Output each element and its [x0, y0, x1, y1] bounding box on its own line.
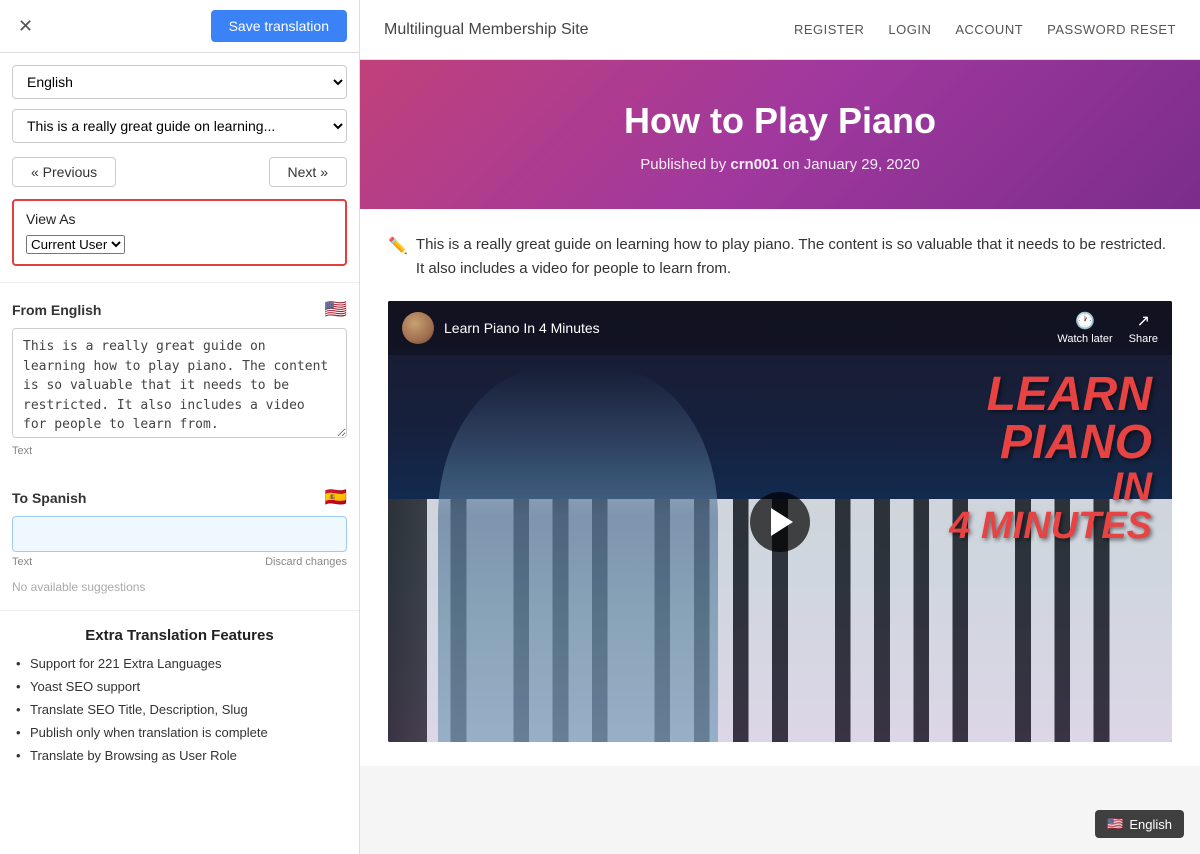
share-label: Share — [1129, 333, 1158, 345]
watch-later-label: Watch later — [1057, 333, 1112, 345]
share-action[interactable]: ↗ Share — [1129, 311, 1158, 345]
hero-title: How to Play Piano — [392, 100, 1168, 142]
badge-language-label: English — [1129, 817, 1172, 832]
target-meta: Text Discard changes — [12, 556, 347, 568]
overlay-minutes: 4 MINUTES — [949, 507, 1152, 545]
english-flag-icon: 🇺🇸 — [325, 299, 347, 320]
no-suggestions-text: No available suggestions — [12, 580, 347, 594]
site-nav: REGISTER LOGIN ACCOUNT PASSWORD RESET — [794, 22, 1176, 37]
video-top-bar: Learn Piano In 4 Minutes 🕐 Watch later ↗… — [388, 301, 1172, 355]
video-title-text: Learn Piano In 4 Minutes — [444, 320, 1047, 336]
site-header: Multilingual Membership Site REGISTER LO… — [360, 0, 1200, 60]
share-icon: ↗ — [1137, 311, 1150, 331]
list-item: Translate SEO Title, Description, Slug — [16, 702, 343, 717]
nav-account[interactable]: ACCOUNT — [955, 22, 1023, 37]
target-text-input[interactable] — [12, 516, 347, 552]
language-selector-wrap: English — [0, 53, 359, 105]
english-language-badge: 🇺🇸 English — [1095, 810, 1184, 838]
list-item: Support for 221 Extra Languages — [16, 656, 343, 671]
list-item: Yoast SEO support — [16, 679, 343, 694]
list-item: Publish only when translation is complet… — [16, 725, 343, 740]
nav-buttons: « Previous Next » — [0, 151, 359, 199]
video-top-actions: 🕐 Watch later ↗ Share — [1057, 311, 1158, 345]
description-text: This is a really great guide on learning… — [416, 233, 1172, 281]
to-header: To Spanish 🇪🇸 — [12, 487, 347, 508]
string-select[interactable]: This is a really great guide on learning… — [12, 109, 347, 143]
previous-button[interactable]: « Previous — [12, 157, 116, 187]
overlay-learn: LEARN — [949, 371, 1152, 419]
site-preview-panel: Multilingual Membership Site REGISTER LO… — [360, 0, 1200, 854]
view-as-section: View As Current User — [12, 199, 347, 266]
from-header: From English 🇺🇸 — [12, 299, 347, 320]
video-container[interactable]: Learn Piano In 4 Minutes 🕐 Watch later ↗… — [388, 301, 1172, 742]
hero-meta: Published by crn001 on January 29, 2020 — [392, 156, 1168, 173]
source-meta: Text — [12, 445, 347, 457]
nav-login[interactable]: LOGIN — [888, 22, 931, 37]
extra-features-section: Extra Translation Features Support for 2… — [0, 610, 359, 783]
watch-later-action[interactable]: 🕐 Watch later — [1057, 311, 1112, 345]
content-area: ✏️ This is a really great guide on learn… — [360, 209, 1200, 766]
site-title: Multilingual Membership Site — [384, 21, 589, 39]
from-section: From English 🇺🇸 This is a really great g… — [0, 287, 359, 475]
video-thumbnail: Learn Piano In 4 Minutes 🕐 Watch later ↗… — [388, 301, 1172, 742]
overlay-in: IN — [949, 467, 1152, 507]
play-triangle-icon — [771, 508, 793, 536]
description-block: ✏️ This is a really great guide on learn… — [388, 233, 1172, 281]
published-by-label: Published by — [640, 156, 730, 173]
next-button[interactable]: Next » — [269, 157, 347, 187]
top-bar: ✕ Save translation — [0, 0, 359, 53]
video-avatar — [402, 312, 434, 344]
close-button[interactable]: ✕ — [12, 14, 39, 39]
save-translation-button[interactable]: Save translation — [211, 10, 347, 42]
overlay-piano: PIANO — [949, 419, 1152, 467]
discard-changes-link[interactable]: Discard changes — [265, 556, 347, 568]
source-text-area[interactable]: This is a really great guide on learning… — [12, 328, 347, 438]
string-selector-wrap: This is a really great guide on learning… — [0, 105, 359, 151]
source-field-type: Text — [12, 445, 32, 457]
extra-features-title: Extra Translation Features — [16, 627, 343, 644]
video-overlay-text: LEARN PIANO IN 4 MINUTES — [949, 371, 1152, 545]
features-list: Support for 221 Extra Languages Yoast SE… — [16, 656, 343, 763]
clock-icon: 🕐 — [1075, 311, 1095, 331]
nav-password-reset[interactable]: PASSWORD RESET — [1047, 22, 1176, 37]
to-section: To Spanish 🇪🇸 Text Discard changes No av… — [0, 475, 359, 600]
published-on-date: on January 29, 2020 — [779, 156, 920, 173]
edit-pencil-icon: ✏️ — [388, 234, 408, 260]
view-as-select[interactable]: Current User — [26, 235, 125, 254]
to-title: To Spanish — [12, 490, 86, 506]
language-select[interactable]: English — [12, 65, 347, 99]
person-silhouette — [438, 367, 718, 742]
target-field-type: Text — [12, 556, 32, 568]
author-name: crn001 — [730, 156, 778, 173]
badge-flag-icon: 🇺🇸 — [1107, 816, 1123, 832]
translation-panel: ✕ Save translation English This is a rea… — [0, 0, 360, 854]
nav-register[interactable]: REGISTER — [794, 22, 864, 37]
from-title: From English — [12, 302, 101, 318]
list-item: Translate by Browsing as User Role — [16, 748, 343, 763]
view-as-label: View As — [26, 211, 333, 227]
video-play-button[interactable] — [750, 492, 810, 552]
spanish-flag-icon: 🇪🇸 — [325, 487, 347, 508]
hero-section: How to Play Piano Published by crn001 on… — [360, 60, 1200, 209]
